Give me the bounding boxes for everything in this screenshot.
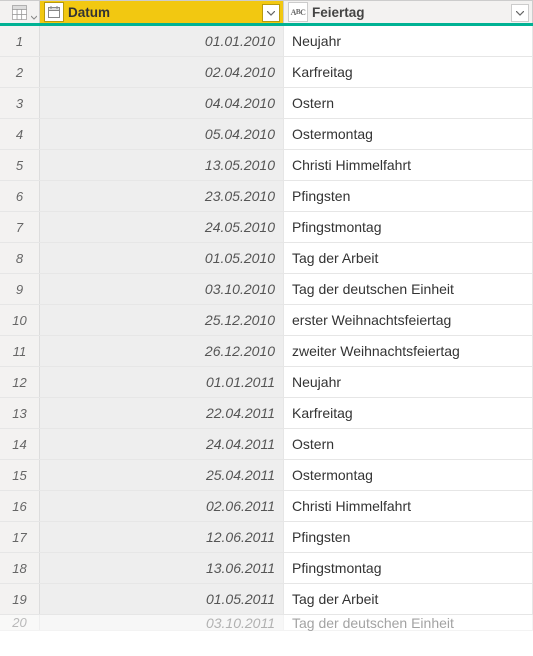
cell-feiertag[interactable]: Pfingsten	[284, 522, 533, 552]
cell-datum[interactable]: 01.05.2010	[40, 243, 284, 273]
table-row[interactable]: 304.04.2010Ostern	[0, 88, 533, 119]
row-number[interactable]: 5	[0, 150, 40, 180]
row-number[interactable]: 9	[0, 274, 40, 304]
column-label: Datum	[68, 5, 110, 20]
cell-datum[interactable]: 03.10.2010	[40, 274, 284, 304]
header-row: Datum ABC Feiertag	[0, 0, 533, 26]
cell-feiertag[interactable]: zweiter Weihnachtsfeiertag	[284, 336, 533, 366]
cell-feiertag[interactable]: Christi Himmelfahrt	[284, 491, 533, 521]
cell-feiertag[interactable]: Pfingstmontag	[284, 212, 533, 242]
row-number[interactable]: 7	[0, 212, 40, 242]
table-row[interactable]: 1602.06.2011Christi Himmelfahrt	[0, 491, 533, 522]
cell-feiertag[interactable]: erster Weihnachtsfeiertag	[284, 305, 533, 335]
data-table: Datum ABC Feiertag 101.01.2010Neujahr202…	[0, 0, 533, 631]
cell-feiertag[interactable]: Ostern	[284, 429, 533, 459]
row-number[interactable]: 13	[0, 398, 40, 428]
cell-feiertag[interactable]: Ostermontag	[284, 119, 533, 149]
row-number[interactable]: 20	[0, 615, 40, 630]
chevron-down-icon	[267, 11, 275, 16]
row-number[interactable]: 12	[0, 367, 40, 397]
cell-datum[interactable]: 23.05.2010	[40, 181, 284, 211]
row-number[interactable]: 2	[0, 57, 40, 87]
row-number[interactable]: 15	[0, 460, 40, 490]
row-number[interactable]: 14	[0, 429, 40, 459]
chevron-down-icon	[516, 11, 524, 16]
filter-button[interactable]	[262, 4, 280, 22]
table-body: 101.01.2010Neujahr202.04.2010Karfreitag3…	[0, 26, 533, 631]
cell-datum[interactable]: 13.06.2011	[40, 553, 284, 583]
cell-datum[interactable]: 02.04.2010	[40, 57, 284, 87]
row-number[interactable]: 8	[0, 243, 40, 273]
table-row[interactable]: 1025.12.2010erster Weihnachtsfeiertag	[0, 305, 533, 336]
table-row[interactable]: 623.05.2010Pfingsten	[0, 181, 533, 212]
table-row[interactable]: 101.01.2010Neujahr	[0, 26, 533, 57]
cell-feiertag[interactable]: Pfingstmontag	[284, 553, 533, 583]
table-row[interactable]: 202.04.2010Karfreitag	[0, 57, 533, 88]
row-number[interactable]: 10	[0, 305, 40, 335]
row-number[interactable]: 17	[0, 522, 40, 552]
cell-feiertag[interactable]: Ostern	[284, 88, 533, 118]
cell-datum[interactable]: 24.05.2010	[40, 212, 284, 242]
table-row[interactable]: 1813.06.2011Pfingstmontag	[0, 553, 533, 584]
cell-datum[interactable]: 25.04.2011	[40, 460, 284, 490]
row-number[interactable]: 19	[0, 584, 40, 614]
cell-datum[interactable]: 04.04.2010	[40, 88, 284, 118]
column-header-datum[interactable]: Datum	[40, 0, 284, 23]
cell-datum[interactable]: 02.06.2011	[40, 491, 284, 521]
row-number[interactable]: 3	[0, 88, 40, 118]
cell-datum[interactable]: 25.12.2010	[40, 305, 284, 335]
cell-datum[interactable]: 12.06.2011	[40, 522, 284, 552]
row-number[interactable]: 1	[0, 26, 40, 56]
cell-feiertag[interactable]: Pfingsten	[284, 181, 533, 211]
table-row[interactable]: 1424.04.2011Ostern	[0, 429, 533, 460]
table-row[interactable]: 1322.04.2011Karfreitag	[0, 398, 533, 429]
table-row[interactable]: 513.05.2010Christi Himmelfahrt	[0, 150, 533, 181]
table-row[interactable]: 405.04.2010Ostermontag	[0, 119, 533, 150]
date-icon	[44, 2, 64, 22]
table-row[interactable]: 2003.10.2011Tag der deutschen Einheit	[0, 615, 533, 631]
cell-datum[interactable]: 24.04.2011	[40, 429, 284, 459]
chevron-down-icon	[31, 15, 37, 21]
column-label: Feiertag	[312, 5, 365, 20]
table-row[interactable]: 1901.05.2011Tag der Arbeit	[0, 584, 533, 615]
table-row[interactable]: 1201.01.2011Neujahr	[0, 367, 533, 398]
cell-datum[interactable]: 13.05.2010	[40, 150, 284, 180]
cell-datum[interactable]: 01.05.2011	[40, 584, 284, 614]
cell-datum[interactable]: 03.10.2011	[40, 615, 284, 630]
cell-datum[interactable]: 26.12.2010	[40, 336, 284, 366]
row-number[interactable]: 6	[0, 181, 40, 211]
cell-feiertag[interactable]: Tag der Arbeit	[284, 243, 533, 273]
table-row[interactable]: 903.10.2010Tag der deutschen Einheit	[0, 274, 533, 305]
table-row[interactable]: 724.05.2010Pfingstmontag	[0, 212, 533, 243]
cell-feiertag[interactable]: Tag der deutschen Einheit	[284, 274, 533, 304]
cell-feiertag[interactable]: Neujahr	[284, 367, 533, 397]
table-row[interactable]: 1126.12.2010zweiter Weihnachtsfeiertag	[0, 336, 533, 367]
row-number[interactable]: 16	[0, 491, 40, 521]
table-row[interactable]: 1712.06.2011Pfingsten	[0, 522, 533, 553]
cell-feiertag[interactable]: Ostermontag	[284, 460, 533, 490]
cell-feiertag[interactable]: Christi Himmelfahrt	[284, 150, 533, 180]
text-icon: ABC	[288, 2, 308, 22]
filter-button[interactable]	[511, 4, 529, 22]
row-selector-header[interactable]	[0, 0, 40, 23]
cell-datum[interactable]: 01.01.2010	[40, 26, 284, 56]
cell-feiertag[interactable]: Karfreitag	[284, 57, 533, 87]
column-header-feiertag[interactable]: ABC Feiertag	[284, 0, 533, 23]
table-row[interactable]: 801.05.2010Tag der Arbeit	[0, 243, 533, 274]
cell-feiertag[interactable]: Tag der Arbeit	[284, 584, 533, 614]
table-row[interactable]: 1525.04.2011Ostermontag	[0, 460, 533, 491]
cell-datum[interactable]: 22.04.2011	[40, 398, 284, 428]
cell-datum[interactable]: 01.01.2011	[40, 367, 284, 397]
cell-feiertag[interactable]: Tag der deutschen Einheit	[284, 615, 533, 630]
table-icon	[12, 5, 27, 20]
cell-datum[interactable]: 05.04.2010	[40, 119, 284, 149]
row-number[interactable]: 4	[0, 119, 40, 149]
row-number[interactable]: 11	[0, 336, 40, 366]
row-number[interactable]: 18	[0, 553, 40, 583]
cell-feiertag[interactable]: Karfreitag	[284, 398, 533, 428]
cell-feiertag[interactable]: Neujahr	[284, 26, 533, 56]
